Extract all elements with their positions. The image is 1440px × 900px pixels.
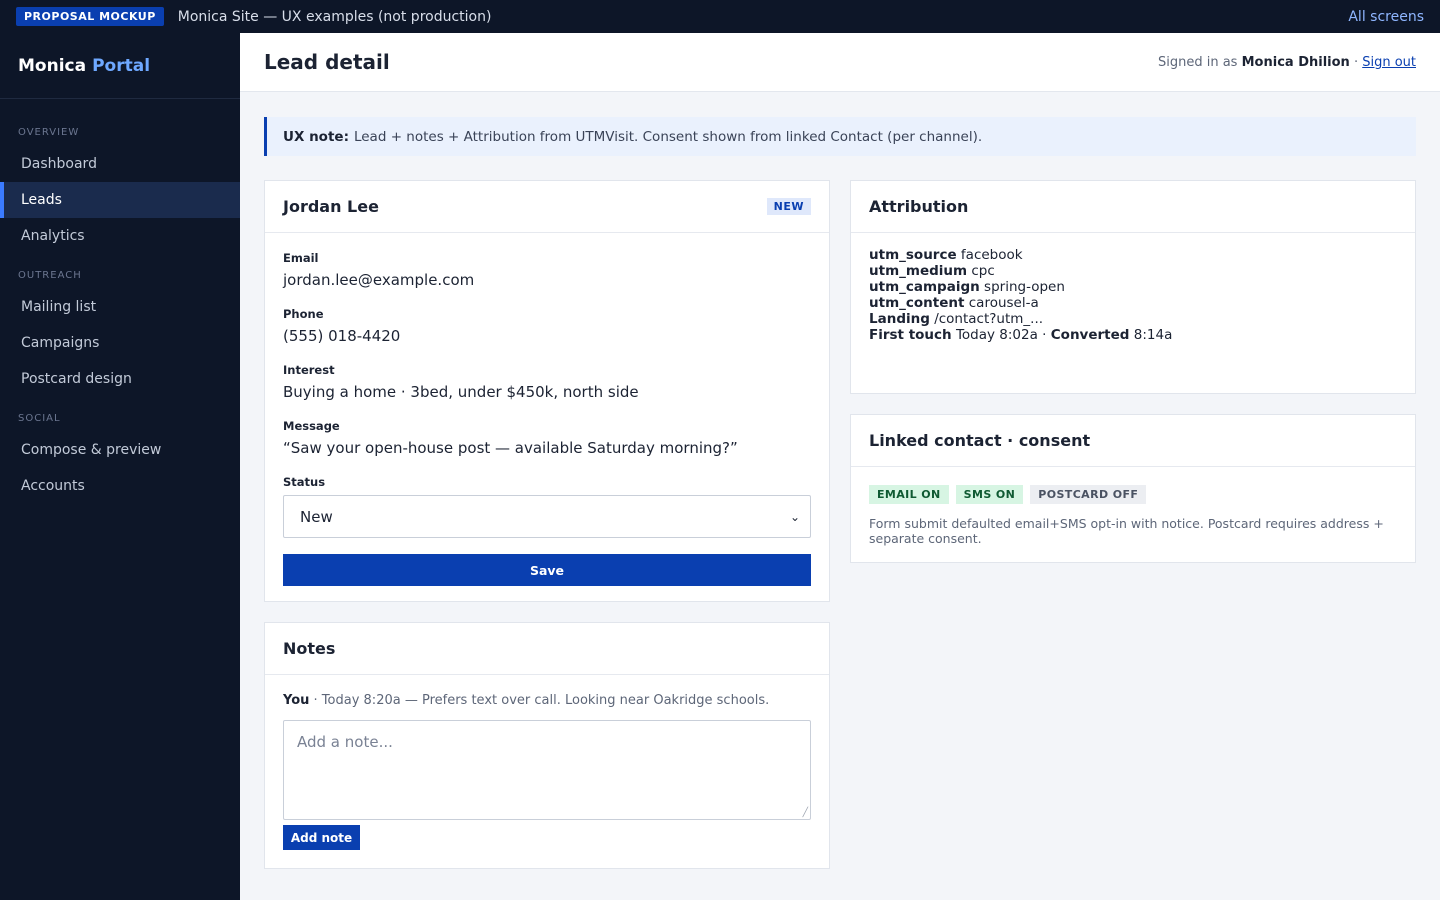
site-title: Monica Site — UX examples (not productio… [177, 8, 492, 25]
signed-in-info: Signed in as Monica Dhilion · Sign out [1158, 55, 1416, 70]
page-title: Lead detail [264, 50, 390, 74]
proposal-mockup-badge: PROPOSAL MOCKUP [16, 7, 164, 26]
note-meta: · Today 8:20a — Prefers text over call. … [313, 693, 770, 708]
nav-section-outreach: OUTREACH [18, 270, 82, 281]
status-select[interactable]: New ⌄ [283, 495, 811, 538]
sidebar-item-mailing-list[interactable]: Mailing list [0, 289, 240, 325]
lead-card: Jordan Lee NEW Email jordan.lee@example.… [264, 180, 830, 602]
status-label: Status [283, 475, 326, 489]
utm-medium-value: cpc [971, 263, 995, 279]
utm-content-value: carousel-a [968, 295, 1039, 311]
page-header: Lead detail Signed in as Monica Dhilion … [240, 33, 1440, 92]
main-content: Lead detail Signed in as Monica Dhilion … [240, 33, 1440, 900]
note-input-placeholder: Add a note... [297, 733, 393, 751]
signin-separator: · [1353, 54, 1359, 70]
ux-note-banner: UX note: Lead + notes + Attribution from… [264, 117, 1416, 156]
sidebar-item-campaigns[interactable]: Campaigns [0, 325, 240, 361]
message-label: Message [283, 419, 340, 433]
save-button[interactable]: Save [283, 554, 811, 586]
email-value: jordan.lee@example.com [283, 271, 475, 289]
attribution-row: Landing /contact?utm_... [869, 311, 1397, 327]
brand-accent: Portal [92, 55, 151, 76]
top-bar: PROPOSAL MOCKUP Monica Site — UX example… [0, 0, 1440, 33]
postcard-consent-chip: POSTCARD OFF [1030, 485, 1147, 504]
first-touch-key: First touch [869, 327, 952, 343]
sidebar: Monica Portal OVERVIEW Dashboard Leads A… [0, 33, 240, 900]
attribution-list: utm_source facebook utm_medium cpc utm_c… [851, 233, 1415, 361]
lead-card-body: Email jordan.lee@example.com Phone (555)… [265, 233, 829, 604]
sidebar-item-dashboard[interactable]: Dashboard [0, 146, 240, 182]
sidebar-item-accounts[interactable]: Accounts [0, 468, 240, 504]
utm-campaign-value: spring-open [984, 279, 1065, 295]
consent-card-header: Linked contact · consent [851, 415, 1415, 467]
notes-card-body: You · Today 8:20a — Prefers text over ca… [265, 675, 829, 868]
note-author: You [283, 693, 310, 708]
interest-value: Buying a home · 3bed, under $450k, north… [283, 383, 639, 401]
attribution-row: First touch Today 8:02a · Converted 8:14… [869, 327, 1397, 343]
phone-label: Phone [283, 307, 324, 321]
first-touch-value: Today 8:02a · [955, 327, 1047, 343]
sms-consent-chip: SMS ON [955, 485, 1024, 504]
nav-section-social: SOCIAL [18, 413, 61, 424]
converted-value: 8:14a [1133, 327, 1173, 343]
status-badge: NEW [766, 198, 811, 215]
attribution-row: utm_campaign spring-open [869, 279, 1397, 295]
consent-title: Linked contact · consent [869, 431, 1091, 450]
brand-logo[interactable]: Monica Portal [0, 33, 240, 99]
attribution-row: utm_content carousel-a [869, 295, 1397, 311]
note-entry: You · Today 8:20a — Prefers text over ca… [283, 693, 811, 708]
attribution-title: Attribution [869, 197, 969, 216]
consent-chips: EMAIL ON SMS ON POSTCARD OFF [869, 485, 1397, 504]
sidebar-item-leads[interactable]: Leads [0, 182, 240, 218]
all-screens-link[interactable]: All screens [1348, 9, 1424, 25]
consent-note: Form submit defaulted email+SMS opt-in w… [869, 516, 1384, 546]
email-label: Email [283, 251, 319, 265]
attribution-row: utm_source facebook [869, 247, 1397, 263]
email-consent-chip: EMAIL ON [869, 485, 949, 504]
chevron-down-icon: ⌄ [789, 509, 800, 524]
utm-campaign-key: utm_campaign [869, 279, 980, 295]
resize-handle-icon[interactable]: ╱ [803, 808, 808, 818]
add-note-button[interactable]: Add note [283, 825, 360, 850]
ux-note-label: UX note: [283, 128, 349, 145]
notes-card-header: Notes [265, 623, 829, 675]
utm-source-value: facebook [960, 247, 1023, 263]
utm-source-key: utm_source [869, 247, 957, 263]
user-name: Monica Dhilion [1241, 54, 1350, 70]
signed-in-prefix: Signed in as [1158, 54, 1238, 70]
consent-card: Linked contact · consent EMAIL ON SMS ON… [850, 414, 1416, 563]
sign-out-link[interactable]: Sign out [1362, 55, 1416, 70]
consent-card-body: EMAIL ON SMS ON POSTCARD OFF Form submit… [851, 467, 1415, 564]
lead-card-header: Jordan Lee NEW [265, 181, 829, 233]
sidebar-item-compose-preview[interactable]: Compose & preview [0, 432, 240, 468]
sidebar-item-analytics[interactable]: Analytics [0, 218, 240, 254]
ux-note-text: Lead + notes + Attribution from UTMVisit… [353, 128, 983, 145]
landing-key: Landing [869, 311, 930, 327]
lead-name: Jordan Lee [283, 197, 379, 216]
notes-title: Notes [283, 639, 336, 658]
message-value: “Saw your open-house post — available Sa… [283, 439, 738, 457]
utm-medium-key: utm_medium [869, 263, 968, 279]
notes-card: Notes You · Today 8:20a — Prefers text o… [264, 622, 830, 869]
brand-name: Monica [18, 55, 87, 76]
utm-content-key: utm_content [869, 295, 965, 311]
phone-value: (555) 018-4420 [283, 327, 401, 345]
status-select-value: New [300, 507, 333, 526]
converted-key: Converted [1050, 327, 1130, 343]
landing-value: /contact?utm_... [934, 311, 1044, 327]
attribution-row: utm_medium cpc [869, 263, 1397, 279]
sidebar-item-postcard-design[interactable]: Postcard design [0, 361, 240, 397]
nav-section-overview: OVERVIEW [18, 127, 80, 138]
attribution-card-header: Attribution [851, 181, 1415, 233]
note-input[interactable]: Add a note... ╱ [283, 720, 811, 820]
interest-label: Interest [283, 363, 335, 377]
attribution-card: Attribution utm_source facebook utm_medi… [850, 180, 1416, 394]
